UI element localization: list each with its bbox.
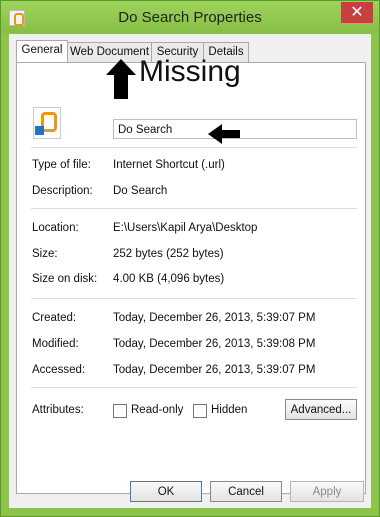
hidden-label: Hidden [211, 404, 248, 416]
apply-button[interactable]: Apply [290, 481, 364, 502]
description-value: Do Search [113, 185, 168, 197]
size-on-disk-value: 4.00 KB (4,096 bytes) [113, 273, 225, 285]
type-label: Type of file: [32, 159, 91, 171]
tab-general[interactable]: General [16, 40, 68, 62]
location-value: E:\Users\Kapil Arya\Desktop [113, 222, 258, 234]
modified-label: Modified: [32, 338, 79, 350]
separator [31, 298, 357, 299]
up-arrow-annotation-icon [106, 59, 136, 99]
dialog-client: General Web Document Security Details Do… [9, 34, 371, 508]
location-label: Location: [32, 222, 79, 234]
size-label: Size: [32, 248, 58, 260]
size-value: 252 bytes (252 bytes) [113, 248, 224, 260]
modified-value: Today, December 26, 2013, 5:39:08 PM [113, 338, 316, 350]
left-arrow-annotation-icon [208, 124, 240, 144]
accessed-label: Accessed: [32, 364, 86, 376]
close-button[interactable]: ✕ [341, 2, 373, 23]
title-bar[interactable]: Do Search Properties ✕ [1, 1, 379, 33]
cancel-button[interactable]: Cancel [210, 481, 282, 502]
separator [31, 387, 357, 388]
read-only-checkbox[interactable] [113, 404, 127, 418]
missing-annotation: Missing [139, 55, 241, 88]
advanced-button[interactable]: Advanced... [285, 399, 357, 420]
window-title: Do Search Properties [118, 9, 262, 26]
attributes-label: Attributes: [32, 404, 84, 416]
hidden-checkbox[interactable] [193, 404, 207, 418]
internet-shortcut-icon [33, 107, 61, 139]
description-label: Description: [32, 185, 93, 197]
properties-window: Do Search Properties ✕ General Web Docum… [0, 0, 380, 517]
accessed-value: Today, December 26, 2013, 5:39:07 PM [113, 364, 316, 376]
created-label: Created: [32, 312, 77, 324]
size-on-disk-label: Size on disk: [32, 273, 98, 285]
read-only-label: Read-only [131, 404, 184, 416]
general-panel: Do Search Type of file: Internet Shortcu… [16, 62, 366, 494]
separator [31, 208, 357, 209]
ok-button[interactable]: OK [130, 481, 202, 502]
type-value: Internet Shortcut (.url) [113, 159, 225, 171]
separator [31, 147, 357, 148]
created-value: Today, December 26, 2013, 5:39:07 PM [113, 312, 316, 324]
